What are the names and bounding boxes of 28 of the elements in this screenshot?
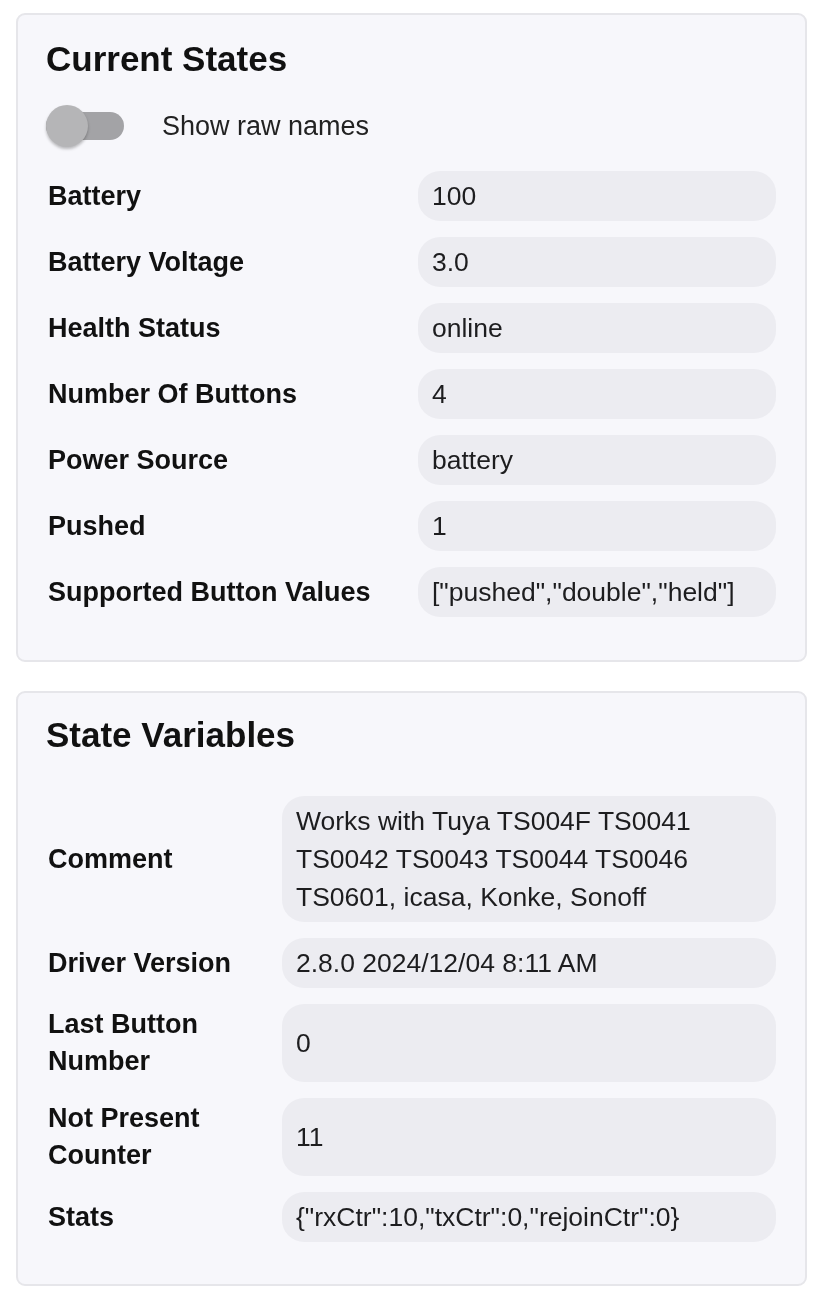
state-value: 11 <box>282 1098 776 1176</box>
state-value: 0 <box>282 1004 776 1082</box>
state-value: {"rxCtr":10,"txCtr":0,"rejoinCtr":0} <box>282 1192 776 1242</box>
state-value: online <box>418 303 776 353</box>
state-value: 100 <box>418 171 776 221</box>
state-label: Last Button Number <box>47 1008 199 1078</box>
state-label: Number Of Buttons <box>47 377 298 411</box>
state-value: 3.0 <box>418 237 776 287</box>
state-label: Comment <box>47 842 174 876</box>
state-value: battery <box>418 435 776 485</box>
state-value: 2.8.0 2024/12/04 8:11 AM <box>282 938 776 988</box>
state-label: Health Status <box>47 311 222 345</box>
state-label: Pushed <box>47 509 147 543</box>
state-label: Not Present Counter <box>47 1102 201 1172</box>
state-label: Driver Version <box>47 946 233 980</box>
toggle-switch[interactable] <box>46 105 124 147</box>
state-label: Power Source <box>47 443 230 477</box>
state-value: ["pushed","double","held"] <box>418 567 776 617</box>
state-value: Works with Tuya TS004F TS0041 TS0042 TS0043 TS0044 TS0046 TS0601, icasa, Konke, Sonoff <box>282 796 776 922</box>
state-label: Battery <box>47 179 143 213</box>
section-title: State Variables <box>46 714 297 756</box>
toggle-label: Show raw names <box>162 110 370 143</box>
state-value: 1 <box>418 501 776 551</box>
state-value: 4 <box>418 369 776 419</box>
state-label: Battery Voltage <box>47 245 246 279</box>
state-label: Supported Button Values <box>47 575 372 609</box>
section-title: Current States <box>46 38 289 80</box>
state-label: Stats <box>47 1200 116 1234</box>
